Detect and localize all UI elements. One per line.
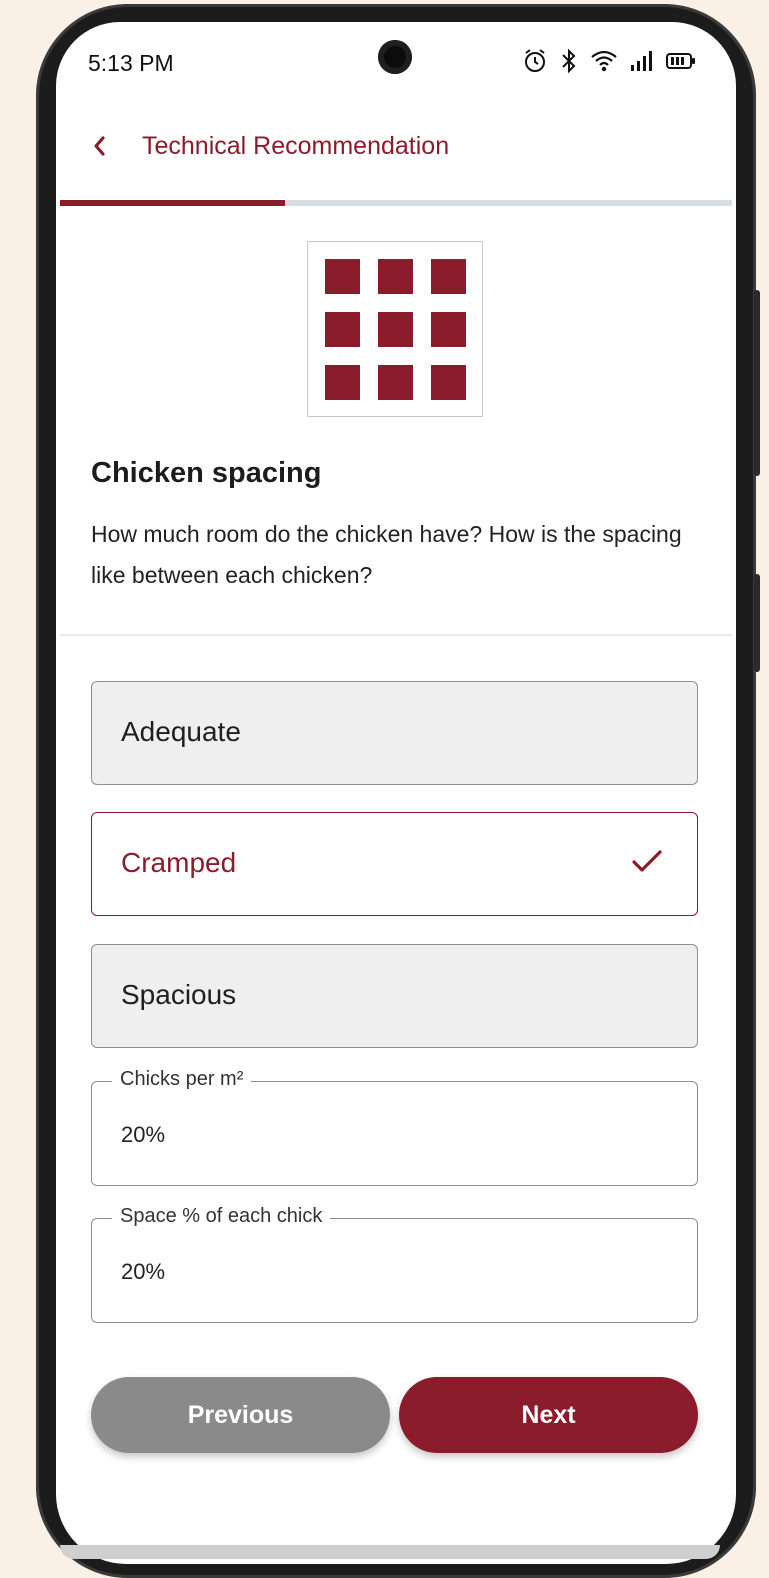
option-spacious[interactable]: Spacious [91, 944, 698, 1048]
front-camera [378, 40, 412, 74]
field-value: 20% [121, 1122, 166, 1147]
question-title: Chicken spacing [91, 457, 322, 489]
previous-button[interactable]: Previous [91, 1377, 390, 1453]
status-time: 5:13 PM [88, 50, 174, 76]
chevron-left-icon [91, 134, 107, 163]
grid-icon [307, 241, 483, 417]
divider [60, 634, 732, 636]
signal-icon [630, 50, 654, 77]
power-button [754, 290, 760, 476]
field-value: 20% [121, 1259, 166, 1284]
app-header: Technical Recommendation [56, 122, 736, 182]
check-icon [631, 849, 663, 880]
progress-bar [60, 200, 732, 206]
chicks-per-m2-field[interactable]: Chicks per m² 20% [91, 1068, 698, 1186]
field-label: Chicks per m² [112, 1068, 252, 1091]
back-button[interactable] [84, 130, 114, 166]
app-screen: 5:13 PM Technical Recommendation Chicken… [56, 22, 736, 1564]
page-title: Technical Recommendation [142, 132, 450, 160]
space-percent-field[interactable]: Space % of each chick 20% [91, 1205, 698, 1323]
alarm-icon [522, 48, 548, 79]
option-label: Spacious [121, 979, 237, 1010]
option-label: Adequate [121, 716, 241, 747]
bottom-edge [60, 1545, 720, 1559]
field-label: Space % of each chick [112, 1205, 331, 1228]
option-label: Cramped [121, 847, 237, 878]
battery-icon [666, 51, 696, 76]
wifi-icon [590, 49, 618, 78]
option-cramped[interactable]: Cramped [91, 812, 698, 916]
question-description: How much room do the chicken have? How i… [91, 521, 682, 588]
bluetooth-icon [560, 48, 578, 79]
volume-button [754, 574, 760, 672]
status-bar: 5:13 PM [56, 22, 736, 102]
option-adequate[interactable]: Adequate [91, 681, 698, 785]
next-button[interactable]: Next [399, 1377, 698, 1453]
status-icons [522, 48, 696, 79]
progress-bar-fill [60, 200, 286, 206]
